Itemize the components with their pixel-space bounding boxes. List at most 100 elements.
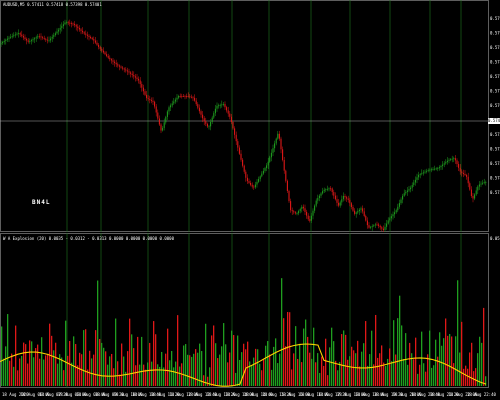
candle-body (382, 228, 384, 230)
candle-body (141, 84, 143, 88)
indicator-header: W A Explosion (20) 0.0035 - 0.0312 - 0.0… (3, 236, 174, 241)
candle-body (214, 108, 216, 114)
histogram-bar (361, 351, 363, 386)
candle-body (5, 39, 7, 41)
histogram-bar (337, 370, 339, 386)
candle-body (290, 201, 292, 211)
candle-body (334, 195, 336, 200)
histogram-bar (379, 353, 381, 386)
indicator-chart[interactable]: 0.05 (0, 233, 500, 388)
candle-body (387, 220, 389, 224)
histogram-bar (319, 372, 321, 386)
histogram-bar (119, 374, 121, 386)
histogram-bar (211, 335, 213, 386)
candle-body (234, 128, 236, 135)
candle-body (29, 41, 31, 42)
histogram-bar (311, 358, 313, 386)
histogram-bar (67, 355, 69, 386)
candle-body (34, 38, 36, 40)
candle-body (190, 96, 192, 98)
candle-body (91, 38, 93, 40)
histogram-bar (145, 369, 147, 386)
candle-body (93, 39, 95, 41)
histogram-bar (285, 346, 287, 386)
candle-body (146, 94, 148, 99)
candle-body (181, 96, 183, 97)
histogram-bar (47, 353, 49, 386)
candle-body (301, 206, 303, 209)
candle-body (413, 182, 415, 186)
candle-body (350, 203, 352, 207)
candle-body (125, 69, 127, 71)
histogram-bar (109, 356, 111, 386)
candle-body (8, 37, 10, 39)
candle-body (61, 26, 63, 28)
time-axis-tick: 18 Aug 22:40 (467, 392, 496, 397)
histogram-bar (257, 349, 259, 386)
histogram-bar (197, 352, 199, 386)
histogram-bar (5, 346, 7, 386)
candle-body (128, 71, 130, 73)
histogram-bar (263, 359, 265, 386)
price-axis-tick: 0.5765 (490, 103, 500, 108)
candle-body (310, 215, 312, 221)
price-axis-tick: 0.5785 (490, 45, 500, 50)
histogram-bar (169, 360, 171, 386)
candle-body (307, 215, 309, 220)
candle-body (419, 174, 421, 175)
candle-body (21, 34, 23, 37)
histogram-bar (443, 338, 445, 386)
indicator-panel[interactable]: 0.05 W A Explosion (20) 0.0035 - 0.0312 … (0, 233, 500, 388)
candle-body (14, 34, 16, 36)
histogram-bar (71, 362, 73, 386)
candle-body (26, 38, 28, 41)
histogram-bar (29, 340, 31, 386)
candle-body (174, 99, 176, 102)
candle-body (85, 33, 87, 35)
candle-body (416, 177, 418, 180)
histogram-bar (403, 358, 405, 386)
histogram-bar (415, 337, 417, 386)
candle-body (400, 199, 402, 204)
histogram-bar (237, 335, 239, 386)
candle-body (474, 194, 476, 199)
candle-body (218, 105, 220, 107)
histogram-bar (417, 373, 419, 386)
candle-body (83, 32, 85, 34)
candle-body (363, 211, 365, 216)
candle-body (11, 36, 13, 37)
histogram-bar (421, 331, 423, 386)
candle-body (291, 210, 293, 212)
histogram-bar (233, 335, 235, 386)
candle-body (2, 42, 4, 44)
histogram-bar (249, 361, 251, 386)
candle-body (147, 98, 149, 100)
candle-body (205, 121, 207, 124)
histogram-bar (441, 345, 443, 386)
price-chart[interactable]: 0.5795 0.5790 0.5785 0.5780 0.5775 0.5770 0.57… (0, 0, 500, 232)
histogram-bar (459, 352, 461, 386)
candle-body (262, 170, 264, 174)
candle-body (317, 198, 319, 201)
histogram-bar (297, 358, 299, 386)
histogram-bar (199, 343, 201, 386)
candle-body (158, 118, 160, 125)
price-chart-panel[interactable]: 0.5795 0.5790 0.5785 0.5780 0.5775 0.5770 0.57… (0, 0, 500, 232)
candle-body (182, 96, 184, 97)
histogram-bar (451, 336, 453, 386)
candle-body (347, 198, 349, 200)
candle-body (48, 40, 50, 42)
candle-body (461, 171, 463, 173)
histogram-bar (429, 330, 431, 386)
histogram-bar (129, 318, 131, 386)
histogram-bar (305, 319, 307, 386)
histogram-bar (261, 370, 263, 386)
histogram-bar (103, 347, 105, 386)
candle-body (406, 190, 408, 192)
histogram-bar (139, 364, 141, 386)
candle-body (459, 167, 461, 172)
candle-body (122, 67, 124, 69)
candle-body (414, 179, 416, 183)
histogram-bar (355, 353, 357, 386)
candle-body (166, 111, 168, 117)
